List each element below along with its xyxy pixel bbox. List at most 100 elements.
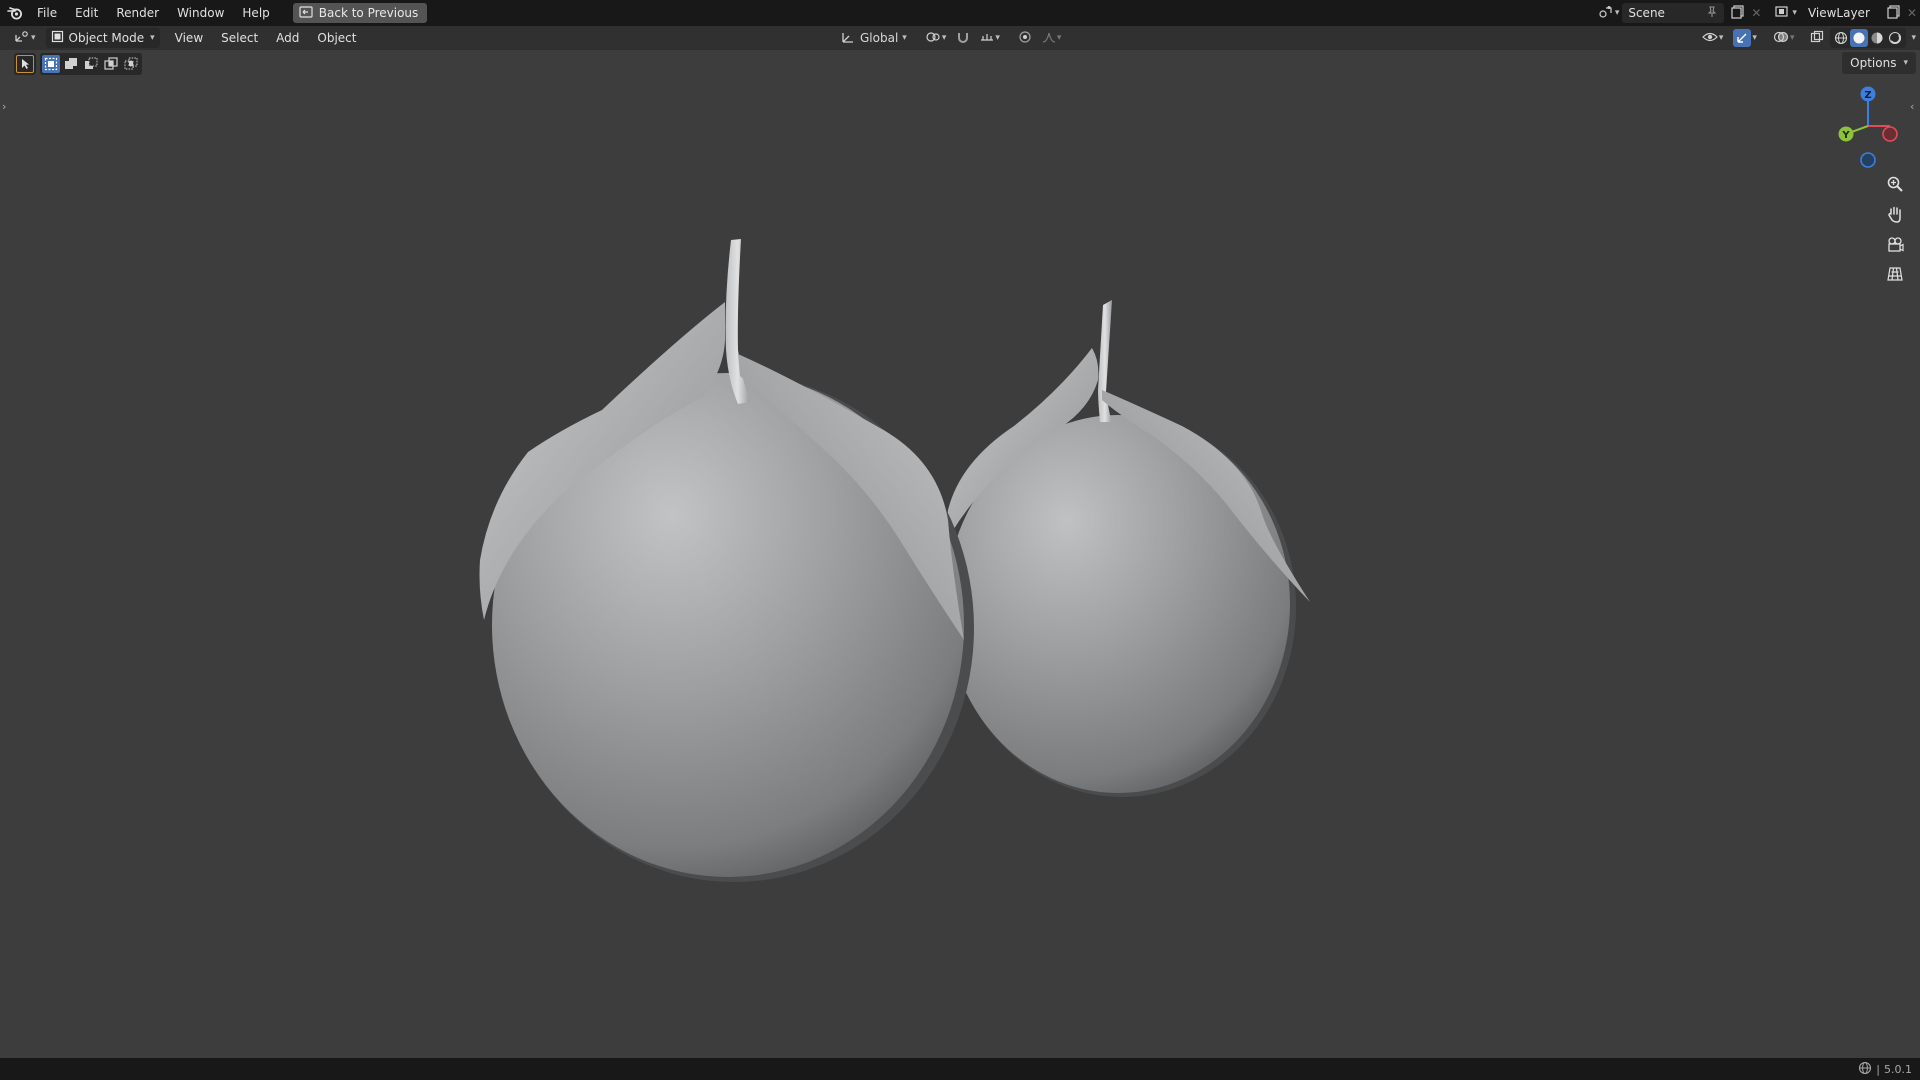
- menu-add[interactable]: Add: [267, 31, 308, 45]
- falloff-icon: [1042, 30, 1056, 47]
- fruit-left[interactable]: [479, 239, 975, 882]
- select-tool-icon[interactable]: [16, 55, 34, 73]
- duplicate-icon: [1731, 4, 1745, 22]
- 3d-viewport[interactable]: › ‹ Z Y: [0, 50, 1920, 1058]
- rendered-shading-icon[interactable]: [1886, 29, 1904, 47]
- status-separator: |: [1876, 1062, 1880, 1076]
- snap-increment-icon: [980, 30, 994, 47]
- visibility-select[interactable]: ▾: [1698, 28, 1728, 48]
- overlays-toggle[interactable]: ▾: [1769, 28, 1799, 48]
- perspective-toggle-button[interactable]: [1882, 262, 1908, 288]
- camera-view-button[interactable]: [1882, 232, 1908, 258]
- view-layer-icon: [1775, 5, 1791, 22]
- view-layer-label: ViewLayer: [1807, 6, 1870, 20]
- shading-options-chevron-icon[interactable]: ▾: [1911, 33, 1916, 43]
- select-subtract-icon[interactable]: [82, 55, 100, 73]
- chevron-down-icon: ▾: [902, 33, 907, 43]
- magnet-icon: [956, 30, 970, 47]
- scene-browse-button[interactable]: ▾: [1595, 3, 1623, 23]
- chevron-down-icon: ▾: [1056, 33, 1062, 43]
- zoom-icon: [1886, 175, 1904, 196]
- chevron-down-icon: ▾: [1789, 33, 1795, 43]
- overlays-icon: [1773, 30, 1789, 47]
- gizmo-icon: [1733, 29, 1752, 47]
- delete-scene-button[interactable]: ✕: [1748, 3, 1764, 23]
- pivot-icon: [925, 30, 941, 47]
- version-label: 5.0.1: [1884, 1062, 1912, 1076]
- chevron-down-icon: ▾: [941, 33, 947, 43]
- select-invert-icon[interactable]: [102, 55, 120, 73]
- toolbar-expand-arrow-icon[interactable]: ›: [2, 100, 6, 113]
- transform-orientation-select[interactable]: Global ▾: [836, 28, 911, 48]
- back-icon: [299, 5, 313, 21]
- back-to-previous-label: Back to Previous: [318, 6, 419, 20]
- network-globe-icon: [1858, 1061, 1872, 1078]
- view-layer-browse-button[interactable]: ▾: [1772, 3, 1800, 23]
- chevron-down-icon: ▾: [1718, 33, 1724, 43]
- select-extend-icon[interactable]: [62, 55, 80, 73]
- scene-icon: [1598, 5, 1614, 22]
- chevron-down-icon: ▾: [1614, 8, 1620, 18]
- view-layer-field[interactable]: ViewLayer: [1800, 3, 1884, 23]
- material-preview-shading-icon[interactable]: [1868, 29, 1886, 47]
- object-mode-icon: [51, 30, 64, 46]
- viewport-header: ▾ Object Mode ▾ View Select Add Object G…: [0, 26, 1920, 50]
- new-scene-button[interactable]: [1728, 3, 1748, 23]
- duplicate-icon: [1887, 4, 1901, 22]
- status-bar: | 5.0.1: [0, 1058, 1920, 1080]
- selection-mode-group: [40, 53, 142, 75]
- pivot-point-select[interactable]: ▾: [921, 28, 951, 48]
- close-icon: ✕: [1906, 6, 1917, 20]
- menu-render[interactable]: Render: [107, 2, 168, 24]
- options-dropdown[interactable]: Options ▾: [1842, 52, 1916, 74]
- menu-file[interactable]: File: [28, 2, 66, 24]
- menu-window[interactable]: Window: [168, 2, 233, 24]
- chevron-down-icon: ▾: [150, 33, 155, 43]
- chevron-down-icon: ▾: [31, 33, 36, 43]
- blender-logo-icon[interactable]: [2, 0, 28, 26]
- close-icon: ✕: [1751, 6, 1762, 20]
- chevron-down-icon: ▾: [1903, 58, 1908, 68]
- new-view-layer-button[interactable]: [1884, 3, 1904, 23]
- chevron-down-icon: ▾: [1792, 8, 1797, 18]
- navigation-gizmo[interactable]: Z Y: [1836, 84, 1900, 172]
- menu-view[interactable]: View: [166, 31, 212, 45]
- select-intersect-icon[interactable]: [122, 55, 140, 73]
- chevron-down-icon: ▾: [995, 33, 1000, 43]
- wireframe-shading-icon[interactable]: [1832, 29, 1850, 47]
- proportional-editing-toggle[interactable]: [1014, 28, 1036, 48]
- hand-icon: [1886, 205, 1904, 226]
- xray-icon: [1810, 30, 1824, 47]
- menu-help[interactable]: Help: [233, 2, 278, 24]
- xray-toggle[interactable]: [1806, 28, 1828, 48]
- shading-mode-group: [1830, 28, 1907, 48]
- pin-icon[interactable]: [1706, 6, 1718, 21]
- menu-edit[interactable]: Edit: [66, 2, 107, 24]
- chevron-down-icon: ▾: [1752, 33, 1757, 43]
- menu-select[interactable]: Select: [212, 31, 267, 45]
- zoom-view-button[interactable]: [1882, 172, 1908, 198]
- editor-type-button[interactable]: ▾: [10, 28, 40, 48]
- pan-view-button[interactable]: [1882, 202, 1908, 228]
- scene-name-field[interactable]: Scene: [1622, 3, 1725, 23]
- top-bar: File Edit Render Window Help Back to Pre…: [0, 0, 1920, 26]
- snap-target-select[interactable]: ▾: [976, 28, 1004, 48]
- snap-toggle[interactable]: [952, 28, 974, 48]
- sidebar-expand-arrow-icon[interactable]: ‹: [1910, 100, 1914, 113]
- camera-icon: [1886, 235, 1904, 256]
- back-to-previous-button[interactable]: Back to Previous: [292, 3, 428, 23]
- menu-object[interactable]: Object: [308, 31, 365, 45]
- proportional-falloff-select[interactable]: ▾: [1038, 28, 1066, 48]
- gizmo-x-axis-handle[interactable]: [1882, 126, 1898, 142]
- select-new-icon[interactable]: [42, 55, 60, 73]
- scene-name-label: Scene: [1628, 6, 1665, 20]
- solid-shading-icon[interactable]: [1850, 29, 1869, 47]
- gizmo-toggle[interactable]: ▾: [1729, 28, 1761, 48]
- delete-view-layer-button[interactable]: ✕: [1904, 3, 1920, 23]
- fruit-right[interactable]: [946, 300, 1310, 797]
- gizmo-y-label: Y: [1841, 130, 1850, 141]
- object-mode-select[interactable]: Object Mode ▾: [45, 28, 160, 48]
- active-tool-box: [14, 53, 36, 75]
- gizmo-neg-z-axis-handle[interactable]: [1860, 152, 1876, 168]
- grid-perspective-icon: [1886, 265, 1904, 286]
